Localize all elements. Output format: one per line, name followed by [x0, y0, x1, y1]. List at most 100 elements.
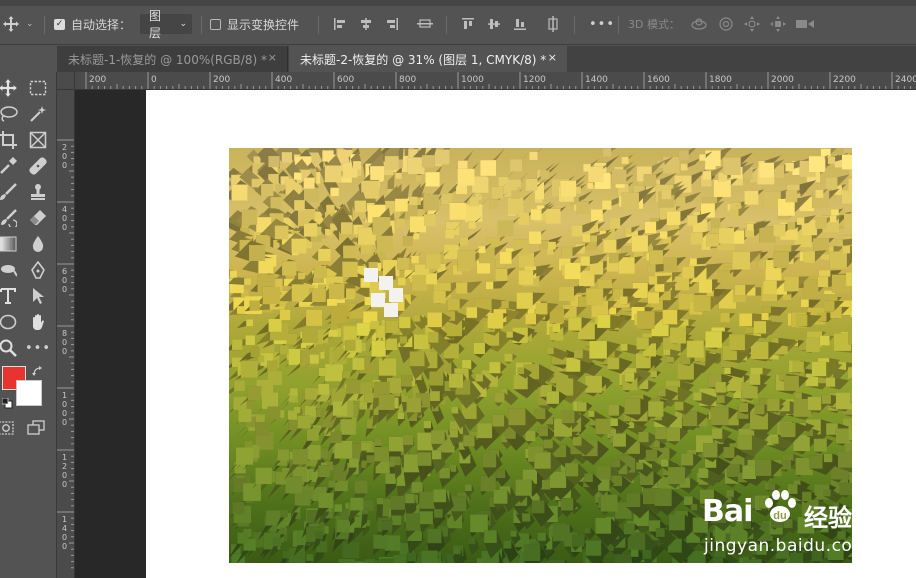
align-middle-v-button[interactable] [487, 10, 501, 38]
ruler-label: 800 [399, 75, 416, 85]
horizontal-ruler[interactable]: 200 0 200 400 600 800 1000 1200 1400 1600 1800 2000… [75, 72, 916, 90]
frame-tool[interactable] [26, 128, 50, 152]
3d-slide-button[interactable] [769, 10, 787, 38]
block-face [645, 449, 658, 462]
eraser-tool[interactable] [26, 206, 50, 230]
healing-brush-tool[interactable] [26, 154, 50, 178]
block-face [493, 489, 508, 504]
align-left-button[interactable] [333, 10, 347, 38]
ruler-origin[interactable] [57, 72, 75, 90]
block-face [644, 221, 657, 234]
edit-toolbar-button[interactable]: ••• [25, 336, 50, 360]
ruler-label: 0 [62, 480, 67, 489]
block-face [590, 235, 598, 243]
3d-scale-button[interactable] [795, 10, 815, 38]
distribute-vertical-icon [548, 16, 558, 32]
block-face [636, 462, 644, 470]
move-tool-preset[interactable]: ⌄ [2, 10, 34, 38]
block-face [561, 247, 573, 259]
block-face [803, 251, 815, 263]
pen-tool[interactable] [26, 258, 50, 282]
auto-select-dropdown[interactable]: 图层 ⌄ [140, 9, 192, 40]
block-face [689, 258, 697, 266]
eyedropper-tool[interactable] [0, 154, 20, 178]
block-face [395, 198, 408, 212]
block-face [434, 149, 450, 165]
auto-select-checkbox[interactable]: ✓ [54, 10, 65, 38]
block-face [836, 239, 843, 247]
ruler-label: 0 [62, 152, 67, 161]
distribute-vertical-button[interactable] [547, 10, 559, 38]
block-face [732, 251, 751, 270]
3d-orbit-button[interactable] [690, 10, 708, 38]
block-face [447, 298, 460, 311]
block-face [449, 429, 458, 438]
block-face [373, 534, 388, 549]
brush-tool[interactable] [0, 180, 20, 204]
ruler-ticks: 200400600800100012001400 [57, 139, 74, 569]
block-face [746, 223, 754, 231]
crop-tool[interactable] [0, 128, 20, 152]
block-face [568, 317, 582, 331]
block-face [723, 447, 735, 458]
block-face [609, 253, 619, 264]
block-face [754, 404, 765, 415]
close-icon[interactable]: × [548, 51, 557, 64]
block-face [663, 349, 671, 356]
distribute-horizontal-button[interactable] [417, 10, 433, 38]
ruler-label: 0 [62, 285, 67, 294]
3d-roll-button[interactable] [717, 10, 735, 38]
quick-mask-button[interactable] [0, 416, 18, 440]
more-options-button[interactable]: ••• [589, 10, 615, 38]
clone-stamp-tool[interactable] [26, 180, 50, 204]
block-face [610, 418, 618, 427]
block-face [729, 208, 739, 219]
block-face [426, 273, 438, 285]
block-face [294, 200, 305, 211]
align-bottom-button[interactable] [513, 10, 527, 38]
show-transform-checkbox[interactable] [210, 10, 221, 38]
tab-document-2[interactable]: 未标题-2-恢复的 @ 31% (图层 1, CMYK/8) * × [289, 46, 567, 72]
tab-document-1[interactable]: 未标题-1-恢复的 @ 100%(RGB/8) * × [57, 46, 288, 72]
path-selection-tool[interactable] [26, 284, 50, 308]
block-face [584, 473, 593, 482]
block-face [580, 256, 590, 266]
zoom-tool[interactable] [0, 336, 20, 360]
block-face [397, 257, 410, 270]
background-color-swatch[interactable] [16, 380, 42, 406]
ruler-label: 1000 [461, 75, 484, 85]
block-face [388, 436, 404, 452]
blur-tool[interactable] [26, 232, 50, 256]
block-face [415, 175, 422, 182]
3d-pan-button[interactable] [743, 10, 761, 38]
gradient-tool[interactable] [0, 232, 20, 256]
ruler-ticks: 200 0 200 400 600 800 1000 1200 1400 1600 1800 2000… [85, 72, 916, 89]
align-top-button[interactable] [461, 10, 475, 38]
type-tool[interactable] [0, 284, 20, 308]
block-face [614, 554, 632, 563]
hand-tool[interactable] [26, 310, 50, 334]
marquee-tool[interactable] [26, 76, 50, 100]
vertical-ruler[interactable]: 200400600800100012001400 [57, 90, 75, 578]
block-face [303, 177, 315, 189]
dodge-tool[interactable] [0, 258, 20, 282]
default-colors-icon[interactable] [1, 397, 13, 412]
shape-tool[interactable] [0, 310, 20, 334]
lasso-tool[interactable] [0, 102, 20, 126]
close-icon[interactable]: × [268, 51, 277, 64]
block-face [829, 215, 837, 223]
block-face [378, 358, 397, 376]
move-icon [0, 79, 17, 97]
block-face [522, 513, 531, 522]
align-right-button[interactable] [385, 10, 399, 38]
block-face [244, 278, 251, 285]
move-tool[interactable] [0, 76, 20, 100]
swap-colors-icon[interactable] [32, 366, 43, 380]
align-center-h-button[interactable] [359, 10, 373, 38]
block-face [395, 172, 402, 179]
screen-mode-button[interactable] [24, 416, 48, 440]
block-face [678, 150, 689, 161]
history-brush-tool[interactable] [0, 206, 20, 230]
block-face [794, 392, 802, 400]
magic-wand-tool[interactable] [26, 102, 50, 126]
